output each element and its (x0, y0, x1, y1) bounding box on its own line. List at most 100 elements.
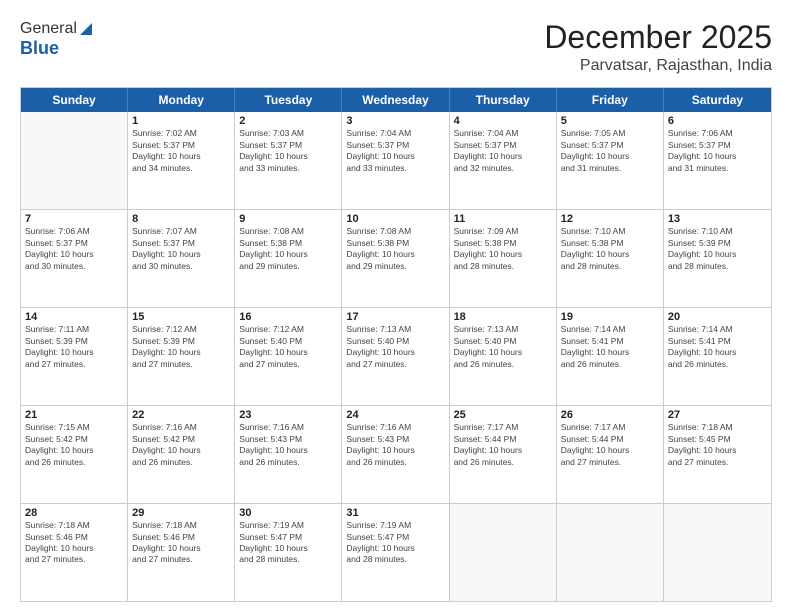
cell-line: Sunrise: 7:18 AM (668, 422, 767, 433)
cell-line: and 27 minutes. (25, 554, 123, 565)
cal-cell: 1Sunrise: 7:02 AMSunset: 5:37 PMDaylight… (128, 112, 235, 209)
day-number: 23 (239, 409, 337, 421)
cell-line: Daylight: 10 hours (454, 445, 552, 456)
cell-line: and 34 minutes. (132, 163, 230, 174)
cell-line: and 27 minutes. (561, 457, 659, 468)
cell-line: Sunset: 5:42 PM (25, 434, 123, 445)
cell-line: Sunrise: 7:18 AM (132, 520, 230, 531)
cell-line: Sunrise: 7:10 AM (668, 226, 767, 237)
cell-line: Daylight: 10 hours (25, 249, 123, 260)
cell-line: Daylight: 10 hours (454, 347, 552, 358)
day-number: 30 (239, 507, 337, 519)
cell-line: Sunrise: 7:05 AM (561, 128, 659, 139)
day-number: 17 (346, 311, 444, 323)
cell-line: and 26 minutes. (561, 359, 659, 370)
cell-line: and 26 minutes. (239, 457, 337, 468)
day-number: 25 (454, 409, 552, 421)
cal-header-day: Saturday (664, 88, 771, 112)
cell-line: Sunset: 5:38 PM (561, 238, 659, 249)
logo-icon (78, 21, 94, 37)
cell-line: Sunrise: 7:12 AM (239, 324, 337, 335)
cal-header-day: Monday (128, 88, 235, 112)
cal-cell: 7Sunrise: 7:06 AMSunset: 5:37 PMDaylight… (21, 210, 128, 307)
cell-line: Sunrise: 7:07 AM (132, 226, 230, 237)
day-number: 28 (25, 507, 123, 519)
day-number: 19 (561, 311, 659, 323)
cell-line: Sunset: 5:41 PM (561, 336, 659, 347)
day-number: 6 (668, 115, 767, 127)
cell-line: Sunrise: 7:19 AM (239, 520, 337, 531)
cell-line: and 31 minutes. (668, 163, 767, 174)
cal-cell: 16Sunrise: 7:12 AMSunset: 5:40 PMDayligh… (235, 308, 342, 405)
cell-line: and 31 minutes. (561, 163, 659, 174)
cell-line: and 28 minutes. (346, 554, 444, 565)
day-number: 12 (561, 213, 659, 225)
cell-line: Sunset: 5:37 PM (239, 140, 337, 151)
logo-general-text: General (20, 20, 77, 38)
cell-line: Sunrise: 7:16 AM (239, 422, 337, 433)
cell-line: and 26 minutes. (668, 359, 767, 370)
cell-line: Daylight: 10 hours (561, 445, 659, 456)
cell-line: Sunrise: 7:12 AM (132, 324, 230, 335)
cell-line: Sunrise: 7:02 AM (132, 128, 230, 139)
day-number: 15 (132, 311, 230, 323)
cell-line: Sunset: 5:47 PM (239, 532, 337, 543)
cal-cell: 23Sunrise: 7:16 AMSunset: 5:43 PMDayligh… (235, 406, 342, 503)
cell-line: Daylight: 10 hours (668, 347, 767, 358)
cell-line: Daylight: 10 hours (668, 445, 767, 456)
cell-line: and 27 minutes. (346, 359, 444, 370)
cell-line: Sunset: 5:46 PM (25, 532, 123, 543)
cal-cell: 13Sunrise: 7:10 AMSunset: 5:39 PMDayligh… (664, 210, 771, 307)
cell-line: Sunset: 5:39 PM (25, 336, 123, 347)
cell-line: Sunset: 5:43 PM (239, 434, 337, 445)
cell-line: Sunset: 5:37 PM (132, 238, 230, 249)
cell-line: Daylight: 10 hours (239, 249, 337, 260)
cell-line: and 26 minutes. (454, 359, 552, 370)
cell-line: and 28 minutes. (561, 261, 659, 272)
cell-line: Sunrise: 7:16 AM (346, 422, 444, 433)
cal-header-day: Friday (557, 88, 664, 112)
cell-line: Sunset: 5:37 PM (668, 140, 767, 151)
calendar: SundayMondayTuesdayWednesdayThursdayFrid… (20, 87, 772, 602)
cell-line: Sunrise: 7:13 AM (346, 324, 444, 335)
cell-line: Sunrise: 7:10 AM (561, 226, 659, 237)
cell-line: Sunset: 5:43 PM (346, 434, 444, 445)
logo-blue-text: Blue (20, 38, 59, 58)
cell-line: Sunset: 5:38 PM (239, 238, 337, 249)
cell-line: Daylight: 10 hours (239, 151, 337, 162)
cal-cell: 12Sunrise: 7:10 AMSunset: 5:38 PMDayligh… (557, 210, 664, 307)
day-number: 13 (668, 213, 767, 225)
day-number: 2 (239, 115, 337, 127)
cell-line: and 27 minutes. (239, 359, 337, 370)
cell-line: Daylight: 10 hours (346, 249, 444, 260)
cell-line: and 28 minutes. (454, 261, 552, 272)
cell-line: Daylight: 10 hours (25, 543, 123, 554)
cell-line: and 30 minutes. (132, 261, 230, 272)
cal-cell: 28Sunrise: 7:18 AMSunset: 5:46 PMDayligh… (21, 504, 128, 601)
cell-line: Sunrise: 7:16 AM (132, 422, 230, 433)
sub-title: Parvatsar, Rajasthan, India (544, 57, 772, 75)
cell-line: Daylight: 10 hours (668, 151, 767, 162)
day-number: 7 (25, 213, 123, 225)
cal-header-day: Wednesday (342, 88, 449, 112)
day-number: 9 (239, 213, 337, 225)
cell-line: Sunset: 5:37 PM (132, 140, 230, 151)
cell-line: Daylight: 10 hours (25, 347, 123, 358)
cell-line: and 26 minutes. (25, 457, 123, 468)
cell-line: and 33 minutes. (239, 163, 337, 174)
cell-line: Sunrise: 7:18 AM (25, 520, 123, 531)
day-number: 10 (346, 213, 444, 225)
cal-cell (450, 504, 557, 601)
cell-line: Sunset: 5:46 PM (132, 532, 230, 543)
cal-cell: 26Sunrise: 7:17 AMSunset: 5:44 PMDayligh… (557, 406, 664, 503)
cell-line: Sunrise: 7:06 AM (668, 128, 767, 139)
logo: General Blue (20, 20, 94, 59)
cell-line: Daylight: 10 hours (132, 543, 230, 554)
day-number: 5 (561, 115, 659, 127)
cell-line: Sunset: 5:39 PM (668, 238, 767, 249)
cell-line: and 27 minutes. (668, 457, 767, 468)
cell-line: Daylight: 10 hours (239, 445, 337, 456)
cell-line: and 27 minutes. (132, 359, 230, 370)
cell-line: Daylight: 10 hours (346, 347, 444, 358)
cell-line: Sunset: 5:37 PM (25, 238, 123, 249)
